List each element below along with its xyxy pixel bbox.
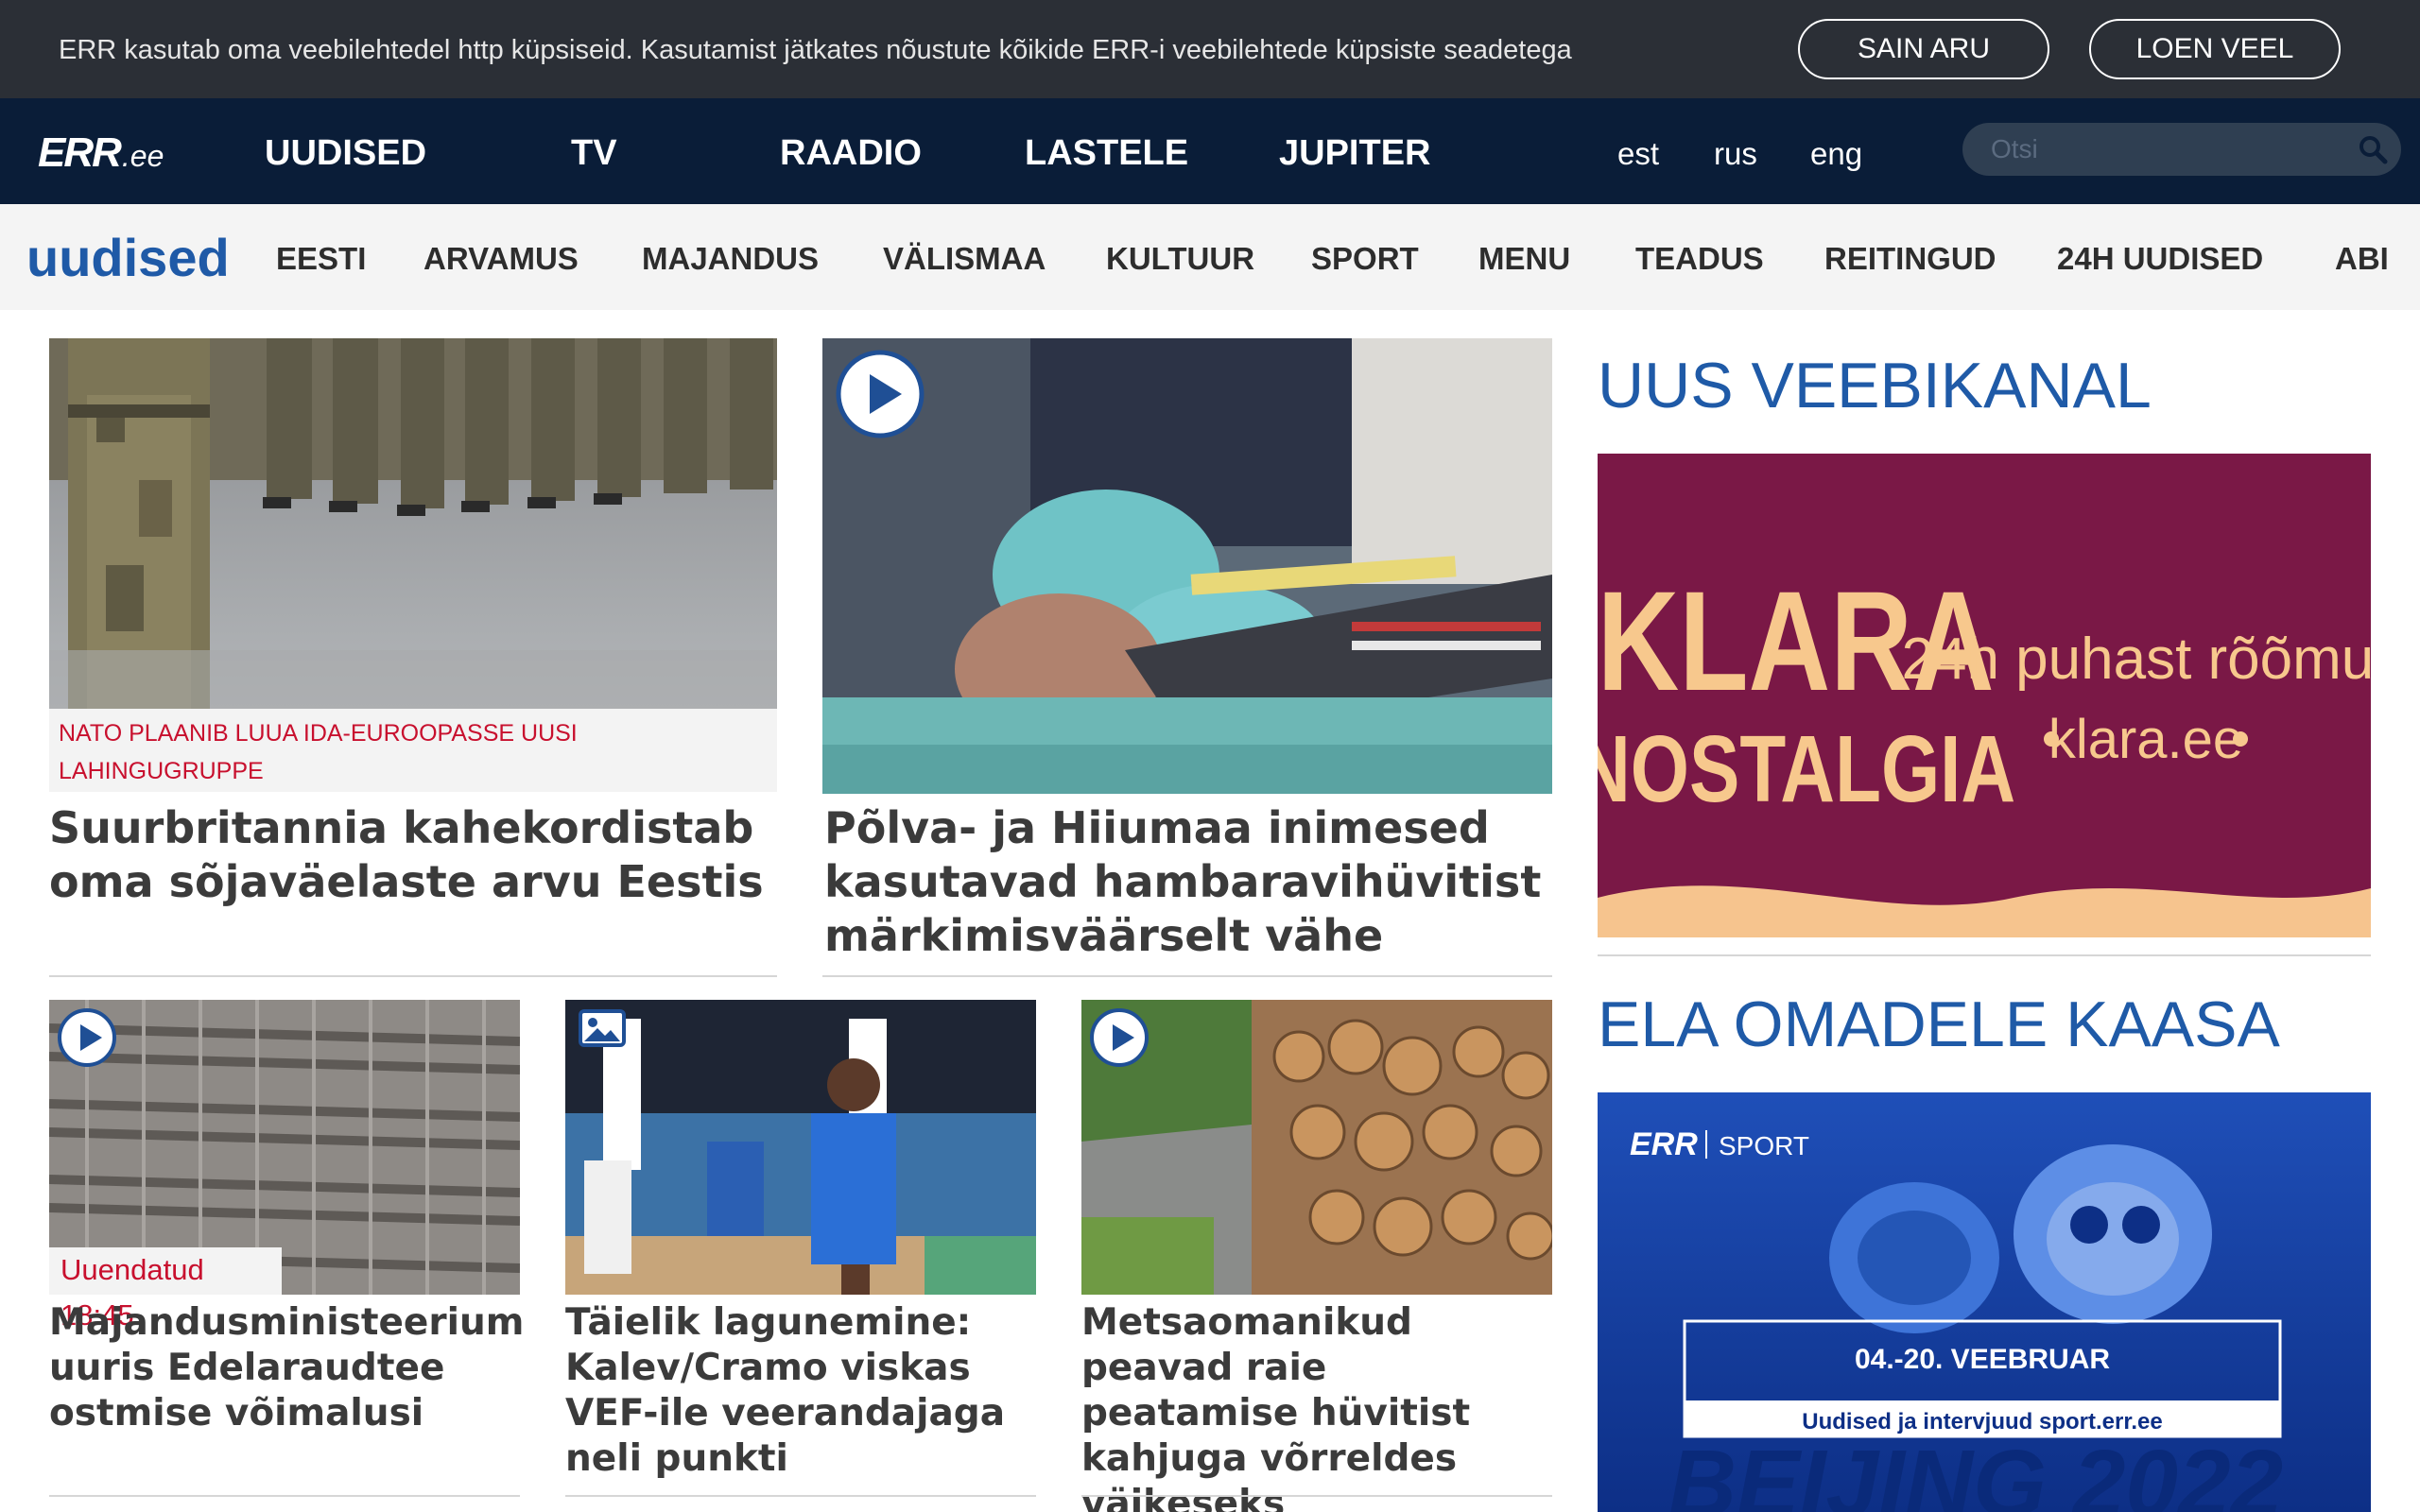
section-arvamus[interactable]: ARVAMUS: [424, 240, 579, 278]
nav-lastele[interactable]: LASTELE: [1025, 132, 1188, 174]
lang-rus[interactable]: rus: [1714, 134, 1757, 174]
sidebar-support-title: ELA OMADELE KAASA: [1598, 988, 2280, 1060]
section-reitingud[interactable]: REITINGUD: [1824, 240, 1996, 278]
divider: [565, 1495, 1036, 1497]
article-1-image[interactable]: [49, 338, 777, 709]
divider: [49, 975, 777, 977]
play-icon[interactable]: [57, 1007, 117, 1068]
section-menu[interactable]: MENU: [1478, 240, 1570, 278]
klara-nostalgia-banner[interactable]: KLARA NOSTALGIA 24h puhast rõõmu! klara.…: [1598, 454, 2371, 937]
article-1-kicker[interactable]: NATO PLAANIB LUUA IDA-EUROOPASSE UUSI LA…: [59, 714, 739, 790]
play-icon[interactable]: [1089, 1007, 1150, 1068]
article-2-title[interactable]: Põlva- ja Hiiumaa inimesed kasutavad ham…: [824, 801, 1562, 963]
divider: [822, 975, 1552, 977]
divider: [49, 1495, 520, 1497]
sport-big-title: BEIJING 2022: [1668, 1431, 2283, 1512]
err-sport-olympics-banner[interactable]: ERR SPORT 04.-20. VEEBRUAR Uudised ja in…: [1598, 1092, 2371, 1512]
search-input[interactable]: [1991, 132, 2350, 166]
search-box: [1962, 123, 2401, 176]
cookie-bar: ERR kasutab oma veebilehtedel http küpsi…: [0, 0, 2420, 98]
section-eesti[interactable]: EESTI: [276, 240, 366, 278]
gallery-icon: [579, 1009, 626, 1047]
article-4-image[interactable]: [565, 1000, 1036, 1295]
article-3-updated-tag: Uuendatud 18:45: [49, 1247, 282, 1332]
sport-dates: 04.-20. VEEBRUAR: [1855, 1344, 2110, 1375]
article-3-title[interactable]: Majandusministeerium uuris Edelaraudtee …: [49, 1300, 524, 1436]
nav-uudised[interactable]: UUDISED: [265, 132, 426, 174]
nav-tv[interactable]: TV: [571, 132, 617, 174]
lang-eng[interactable]: eng: [1810, 134, 1862, 174]
article-4-title[interactable]: Täielik lagunemine: Kalev/Cramo viskas V…: [565, 1300, 1036, 1482]
section-sport[interactable]: SPORT: [1311, 240, 1419, 278]
sport-logo-err: ERR: [1630, 1126, 1698, 1162]
klara-title-line2: NOSTALGIA: [1598, 717, 2015, 823]
section-majandus[interactable]: MAJANDUS: [642, 240, 819, 278]
lang-est[interactable]: est: [1617, 134, 1659, 174]
top-navigation: ERR .ee UUDISED TV RAADIO LASTELE JUPITE…: [0, 98, 2420, 204]
cookie-accept-button[interactable]: SAIN ARU: [1798, 19, 2049, 79]
logo-suffix: .ee: [121, 139, 164, 173]
search-icon[interactable]: [2358, 134, 2388, 164]
section-abi[interactable]: ABI: [2335, 240, 2389, 278]
article-5-title[interactable]: Metsaomanikud peavad raie peatamise hüvi…: [1081, 1300, 1552, 1512]
sport-logo-label: SPORT: [1719, 1131, 1809, 1160]
article-2-image[interactable]: [822, 338, 1552, 794]
section-kultuur[interactable]: KULTUUR: [1106, 240, 1254, 278]
klara-slogan: 24h puhast rõõmu!: [1901, 627, 2371, 692]
nav-raadio[interactable]: RAADIO: [780, 132, 922, 174]
cookie-notice-text: ERR kasutab oma veebilehtedel http küpsi…: [59, 35, 1572, 65]
divider: [1081, 1495, 1552, 1497]
section-teadus[interactable]: TEADUS: [1635, 240, 1764, 278]
article-1-title[interactable]: Suurbritannia kahekordistab oma sõjaväel…: [49, 801, 786, 909]
play-icon[interactable]: [836, 350, 925, 438]
section-brand-uudised[interactable]: uudised: [26, 229, 230, 287]
nav-jupiter[interactable]: JUPITER: [1279, 132, 1430, 174]
cookie-read-more-button[interactable]: LOEN VEEL: [2089, 19, 2341, 79]
err-logo[interactable]: ERR .ee: [38, 132, 164, 174]
section-24h-uudised[interactable]: 24H UUDISED: [2057, 240, 2263, 278]
klara-site: klara.ee: [2048, 709, 2243, 770]
section-valismaa[interactable]: VÄLISMAA: [883, 240, 1046, 278]
article-5-image[interactable]: [1081, 1000, 1552, 1295]
section-navigation: uudised EESTI ARVAMUS MAJANDUS VÄLISMAA …: [0, 204, 2420, 310]
logo-main: ERR: [38, 129, 122, 176]
divider: [1598, 954, 2371, 956]
sidebar-channel-title: UUS VEEBIKANAL: [1598, 350, 2152, 421]
